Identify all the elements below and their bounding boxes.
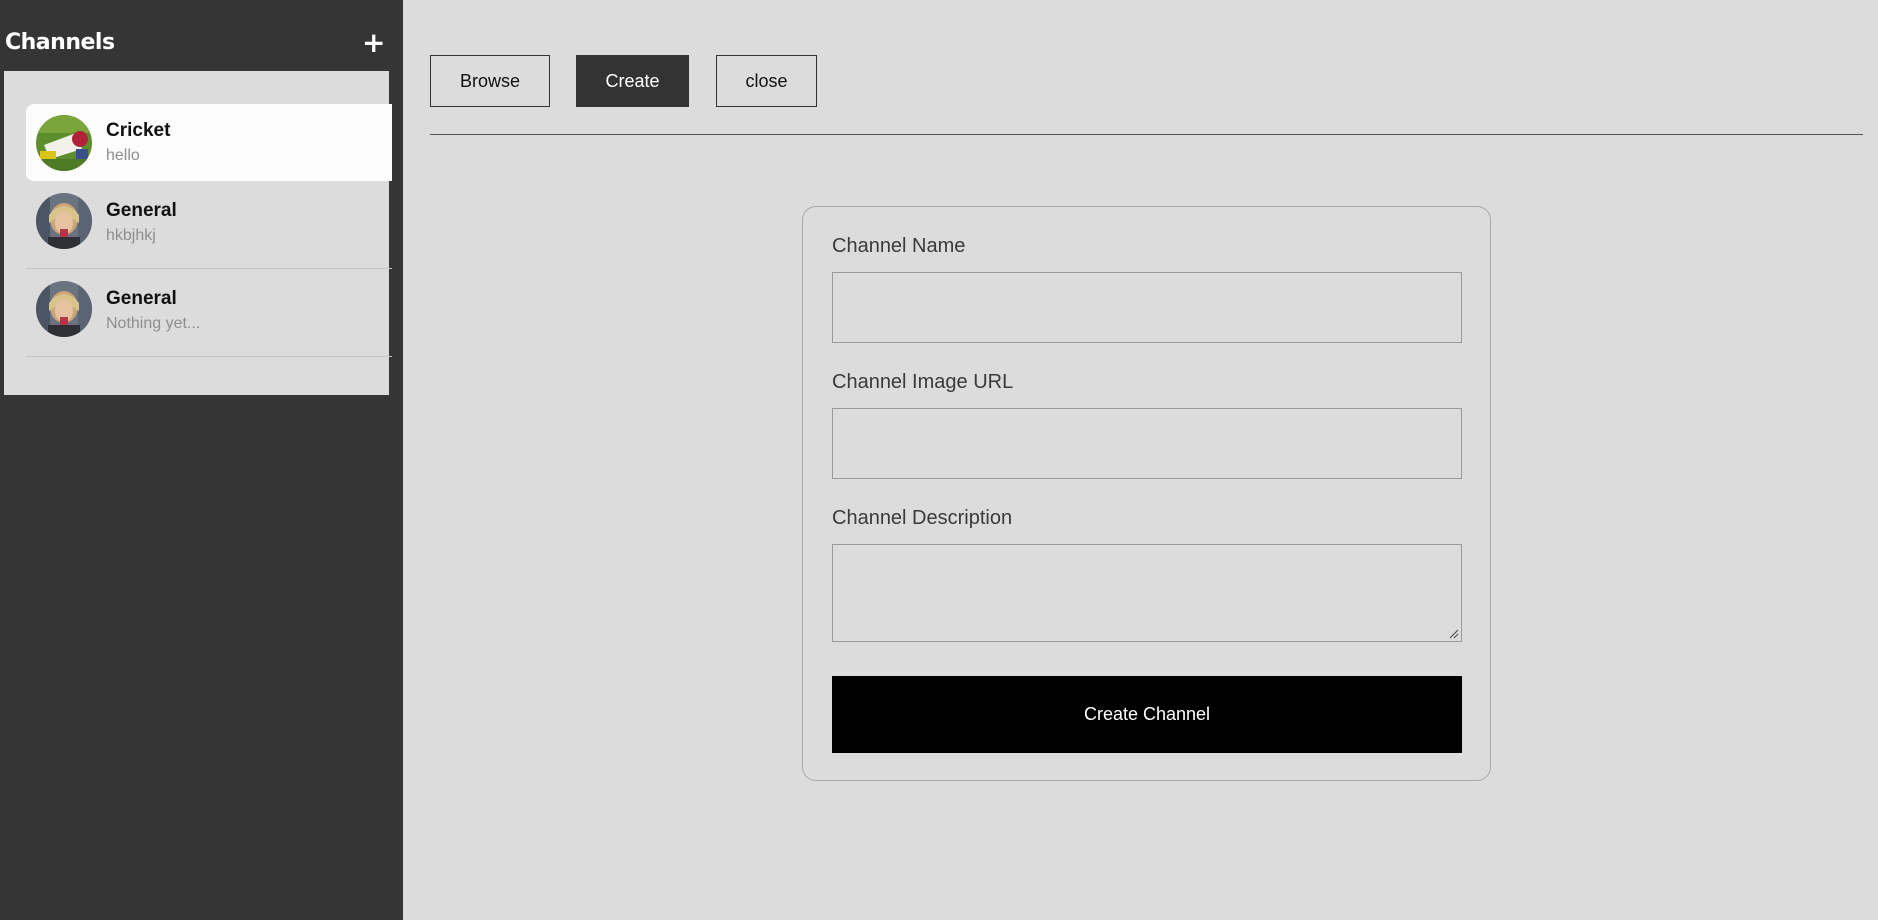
browse-button[interactable]: Browse [430,55,550,107]
channel-name: General [106,200,177,221]
create-channel-button[interactable]: Create Channel [832,676,1462,753]
channel-list: Cricket hello General hkbjhkj General No… [4,71,392,395]
channel-last-message: hkbjhkj [106,227,156,244]
plus-icon: + [362,26,386,59]
channel-name-label: Channel Name [832,235,966,257]
channel-description-textarea[interactable] [832,544,1462,642]
create-channel-form: Channel Name Channel Image URL Channel D… [802,206,1491,781]
channel-avatar [36,281,92,337]
channel-image-url-input[interactable] [832,408,1462,479]
channel-name: General [106,288,177,309]
create-button[interactable]: Create [576,55,689,107]
channel-name: Cricket [106,120,171,141]
sidebar-title: Channels [5,30,115,55]
divider [430,134,1863,135]
add-channel-button[interactable]: + [362,29,385,57]
main-panel: Browse Create close Channel Name Channel… [403,0,1878,920]
channels-sidebar: Channels + Cricket hello General hkbjhkj… [0,0,403,920]
resize-grip-icon[interactable] [1449,629,1459,639]
channel-last-message: Nothing yet... [106,315,201,332]
channel-item-general[interactable]: General Nothing yet... [26,269,392,357]
channel-avatar [36,115,92,171]
channel-description-label: Channel Description [832,507,1013,529]
channel-last-message: hello [106,147,140,164]
channel-avatar [36,193,92,249]
channel-image-url-label: Channel Image URL [832,371,1014,393]
close-button[interactable]: close [716,55,817,107]
channel-item-cricket[interactable]: Cricket hello [26,104,392,181]
channel-name-input[interactable] [832,272,1462,343]
channel-item-general[interactable]: General hkbjhkj [26,181,392,269]
